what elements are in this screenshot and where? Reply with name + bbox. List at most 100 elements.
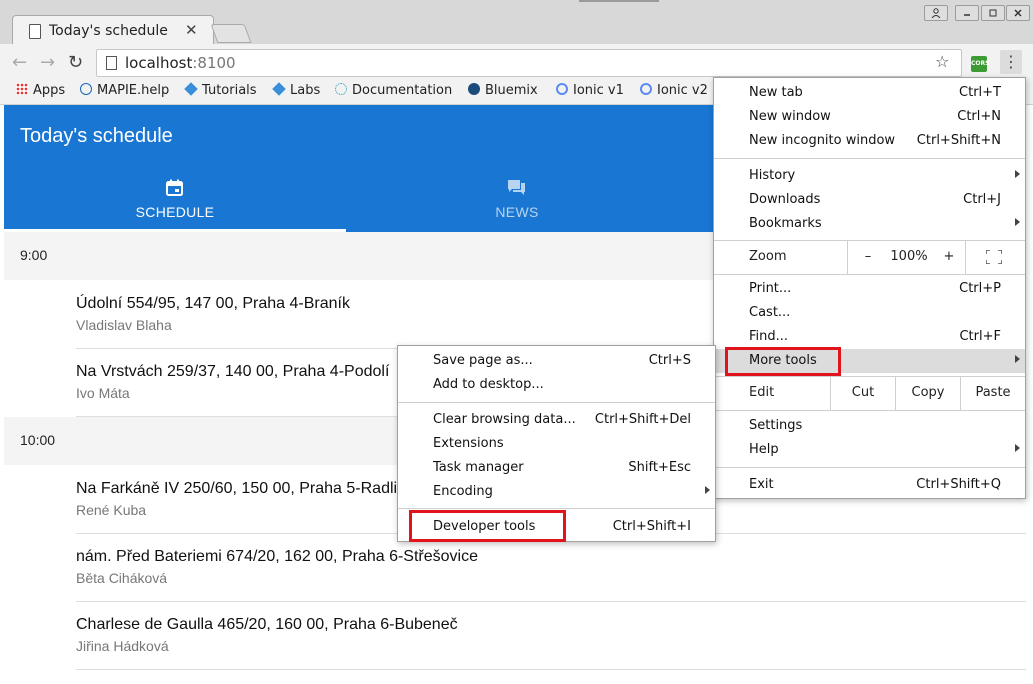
minimize-icon[interactable] (955, 5, 979, 21)
user-icon[interactable] (924, 5, 948, 21)
menu-item-downloads[interactable]: Downloads Ctrl+J (714, 188, 1025, 212)
bookmark-star-icon[interactable]: ☆ (935, 52, 949, 71)
url-host: localhost (125, 54, 193, 72)
browser-toolbar: ← → ↻ localhost:8100 ☆ CORS ⋮ (0, 44, 1033, 80)
chat-icon (508, 180, 525, 195)
menu-item-settings[interactable]: Settings (714, 414, 1025, 438)
menu-item-extensions[interactable]: Extensions (398, 432, 715, 456)
tab-schedule[interactable]: SCHEDULE (4, 169, 346, 232)
menu-item-new-tab[interactable]: New tab Ctrl+T (714, 81, 1025, 105)
menu-item-add-to-desktop[interactable]: Add to desktop... (398, 373, 715, 397)
cut-button[interactable]: Cut (831, 376, 895, 410)
edit-label: Edit (749, 385, 775, 400)
window-top-line (579, 0, 659, 2)
item-person: Běta Ciháková (76, 570, 168, 586)
cors-extension-icon[interactable]: CORS (971, 56, 989, 72)
submenu-arrow-icon (1015, 170, 1020, 178)
new-tab-button[interactable] (210, 24, 252, 43)
labs-icon (272, 82, 286, 96)
bookmark-mapie[interactable]: MAPIE.help (80, 83, 169, 98)
item-person: René Kuba (76, 502, 147, 518)
menu-item-task-manager[interactable]: Task manager Shift+Esc (398, 456, 715, 480)
reload-icon[interactable]: ↻ (68, 52, 83, 73)
tab-news-label: NEWS (495, 204, 539, 220)
close-icon[interactable] (1006, 5, 1030, 21)
bluemix-icon (468, 83, 480, 95)
menu-item-exit[interactable]: Exit Ctrl+Shift+Q (714, 473, 1025, 497)
menu-separator (714, 274, 1025, 275)
calendar-icon (166, 179, 183, 196)
menu-separator (398, 508, 715, 509)
url-port: :8100 (192, 54, 236, 72)
edit-row: Edit Cut Copy Paste (714, 376, 1025, 410)
bookmark-documentation[interactable]: Documentation (335, 83, 452, 98)
item-address: Na Farkáně IV 250/60, 150 00, Praha 5-Ra… (76, 480, 414, 497)
menu-item-cast[interactable]: Cast... (714, 301, 1025, 325)
menu-item-clear-browsing-data[interactable]: Clear browsing data... Ctrl+Shift+Del (398, 408, 715, 432)
title-bar: Today's schedule ✕ (0, 0, 1033, 48)
bookmark-tutorials[interactable]: Tutorials (184, 82, 257, 98)
highlight-developer-tools (409, 510, 566, 542)
menu-item-find[interactable]: Find... Ctrl+F (714, 325, 1025, 349)
menu-item-history[interactable]: History (714, 164, 1025, 188)
copy-button[interactable]: Copy (896, 376, 960, 410)
menu-item-bookmarks[interactable]: Bookmarks (714, 212, 1025, 236)
bookmark-bluemix[interactable]: Bluemix (468, 83, 538, 98)
highlight-more-tools (725, 347, 841, 376)
time-label: 10:00 (20, 432, 56, 448)
close-tab-icon[interactable]: ✕ (185, 21, 198, 39)
item-person: Ivo Máta (76, 385, 130, 401)
menu-separator (714, 158, 1025, 159)
item-person: Vladislav Blaha (76, 317, 172, 333)
item-address: Údolní 554/95, 147 00, Praha 4-Braník (76, 295, 350, 312)
zoom-in-button[interactable]: + (936, 240, 962, 274)
chrome-menu-button[interactable]: ⋮ (1000, 50, 1022, 74)
zoom-row: Zoom – 100% + (714, 240, 1025, 274)
menu-separator (714, 410, 1025, 411)
item-person: Jiřina Hádková (76, 638, 169, 654)
menu-separator (714, 467, 1025, 468)
item-address: nám. Před Bateriemi 674/20, 162 00, Prah… (76, 548, 478, 565)
address-bar[interactable]: localhost:8100 ☆ (96, 49, 962, 77)
bookmark-ionic-v1[interactable]: Ionic v1 (556, 83, 624, 98)
bookmark-labs[interactable]: Labs (272, 82, 320, 98)
menu-item-encoding[interactable]: Encoding (398, 480, 715, 504)
forward-arrow-icon[interactable]: → (40, 52, 55, 73)
page-icon (29, 24, 41, 39)
submenu-arrow-icon (705, 486, 710, 494)
menu-separator (398, 402, 715, 403)
tutorials-icon (184, 82, 198, 96)
ionic-icon (556, 83, 568, 95)
bookmark-ionic-v2[interactable]: Ionic v2 (640, 83, 708, 98)
menu-item-save-page[interactable]: Save page as... Ctrl+S (398, 349, 715, 373)
menu-item-print[interactable]: Print... Ctrl+P (714, 277, 1025, 301)
list-item[interactable]: nám. Před Bateriemi 674/20, 162 00, Prah… (76, 534, 1026, 602)
item-address: Charlese de Gaulla 465/20, 160 00, Praha… (76, 616, 458, 633)
fullscreen-icon[interactable] (985, 249, 1003, 265)
chrome-main-menu: New tab Ctrl+T New window Ctrl+N New incog… (713, 77, 1026, 499)
zoom-level: 100% (890, 249, 928, 264)
submenu-arrow-icon (1015, 444, 1020, 452)
ionic-icon (640, 83, 652, 95)
tab-news[interactable]: NEWS (346, 169, 688, 232)
submenu-arrow-icon (1015, 355, 1020, 363)
apps-grid-icon (16, 83, 28, 95)
tab-schedule-label: SCHEDULE (135, 204, 215, 220)
item-address: Na Vrstvách 259/37, 140 00, Praha 4-Podo… (76, 363, 390, 380)
maximize-icon[interactable] (981, 5, 1005, 21)
bookmark-apps[interactable]: Apps (16, 83, 65, 98)
menu-item-new-incognito[interactable]: New incognito window Ctrl+Shift+N (714, 129, 1025, 153)
zoom-label: Zoom (749, 249, 787, 264)
mapie-icon (80, 83, 92, 95)
menu-item-new-window[interactable]: New window Ctrl+N (714, 105, 1025, 129)
page-icon (106, 56, 117, 70)
time-label: 9:00 (20, 247, 48, 263)
back-arrow-icon[interactable]: ← (12, 52, 27, 73)
zoom-out-button[interactable]: – (854, 240, 882, 274)
paste-button[interactable]: Paste (961, 376, 1025, 410)
menu-item-help[interactable]: Help (714, 438, 1025, 462)
list-item[interactable]: Charlese de Gaulla 465/20, 160 00, Praha… (76, 602, 1026, 670)
tab-title: Today's schedule (49, 23, 168, 39)
page-title: Today's schedule (20, 125, 173, 147)
more-tools-submenu: Save page as... Ctrl+S Add to desktop... … (397, 345, 716, 542)
